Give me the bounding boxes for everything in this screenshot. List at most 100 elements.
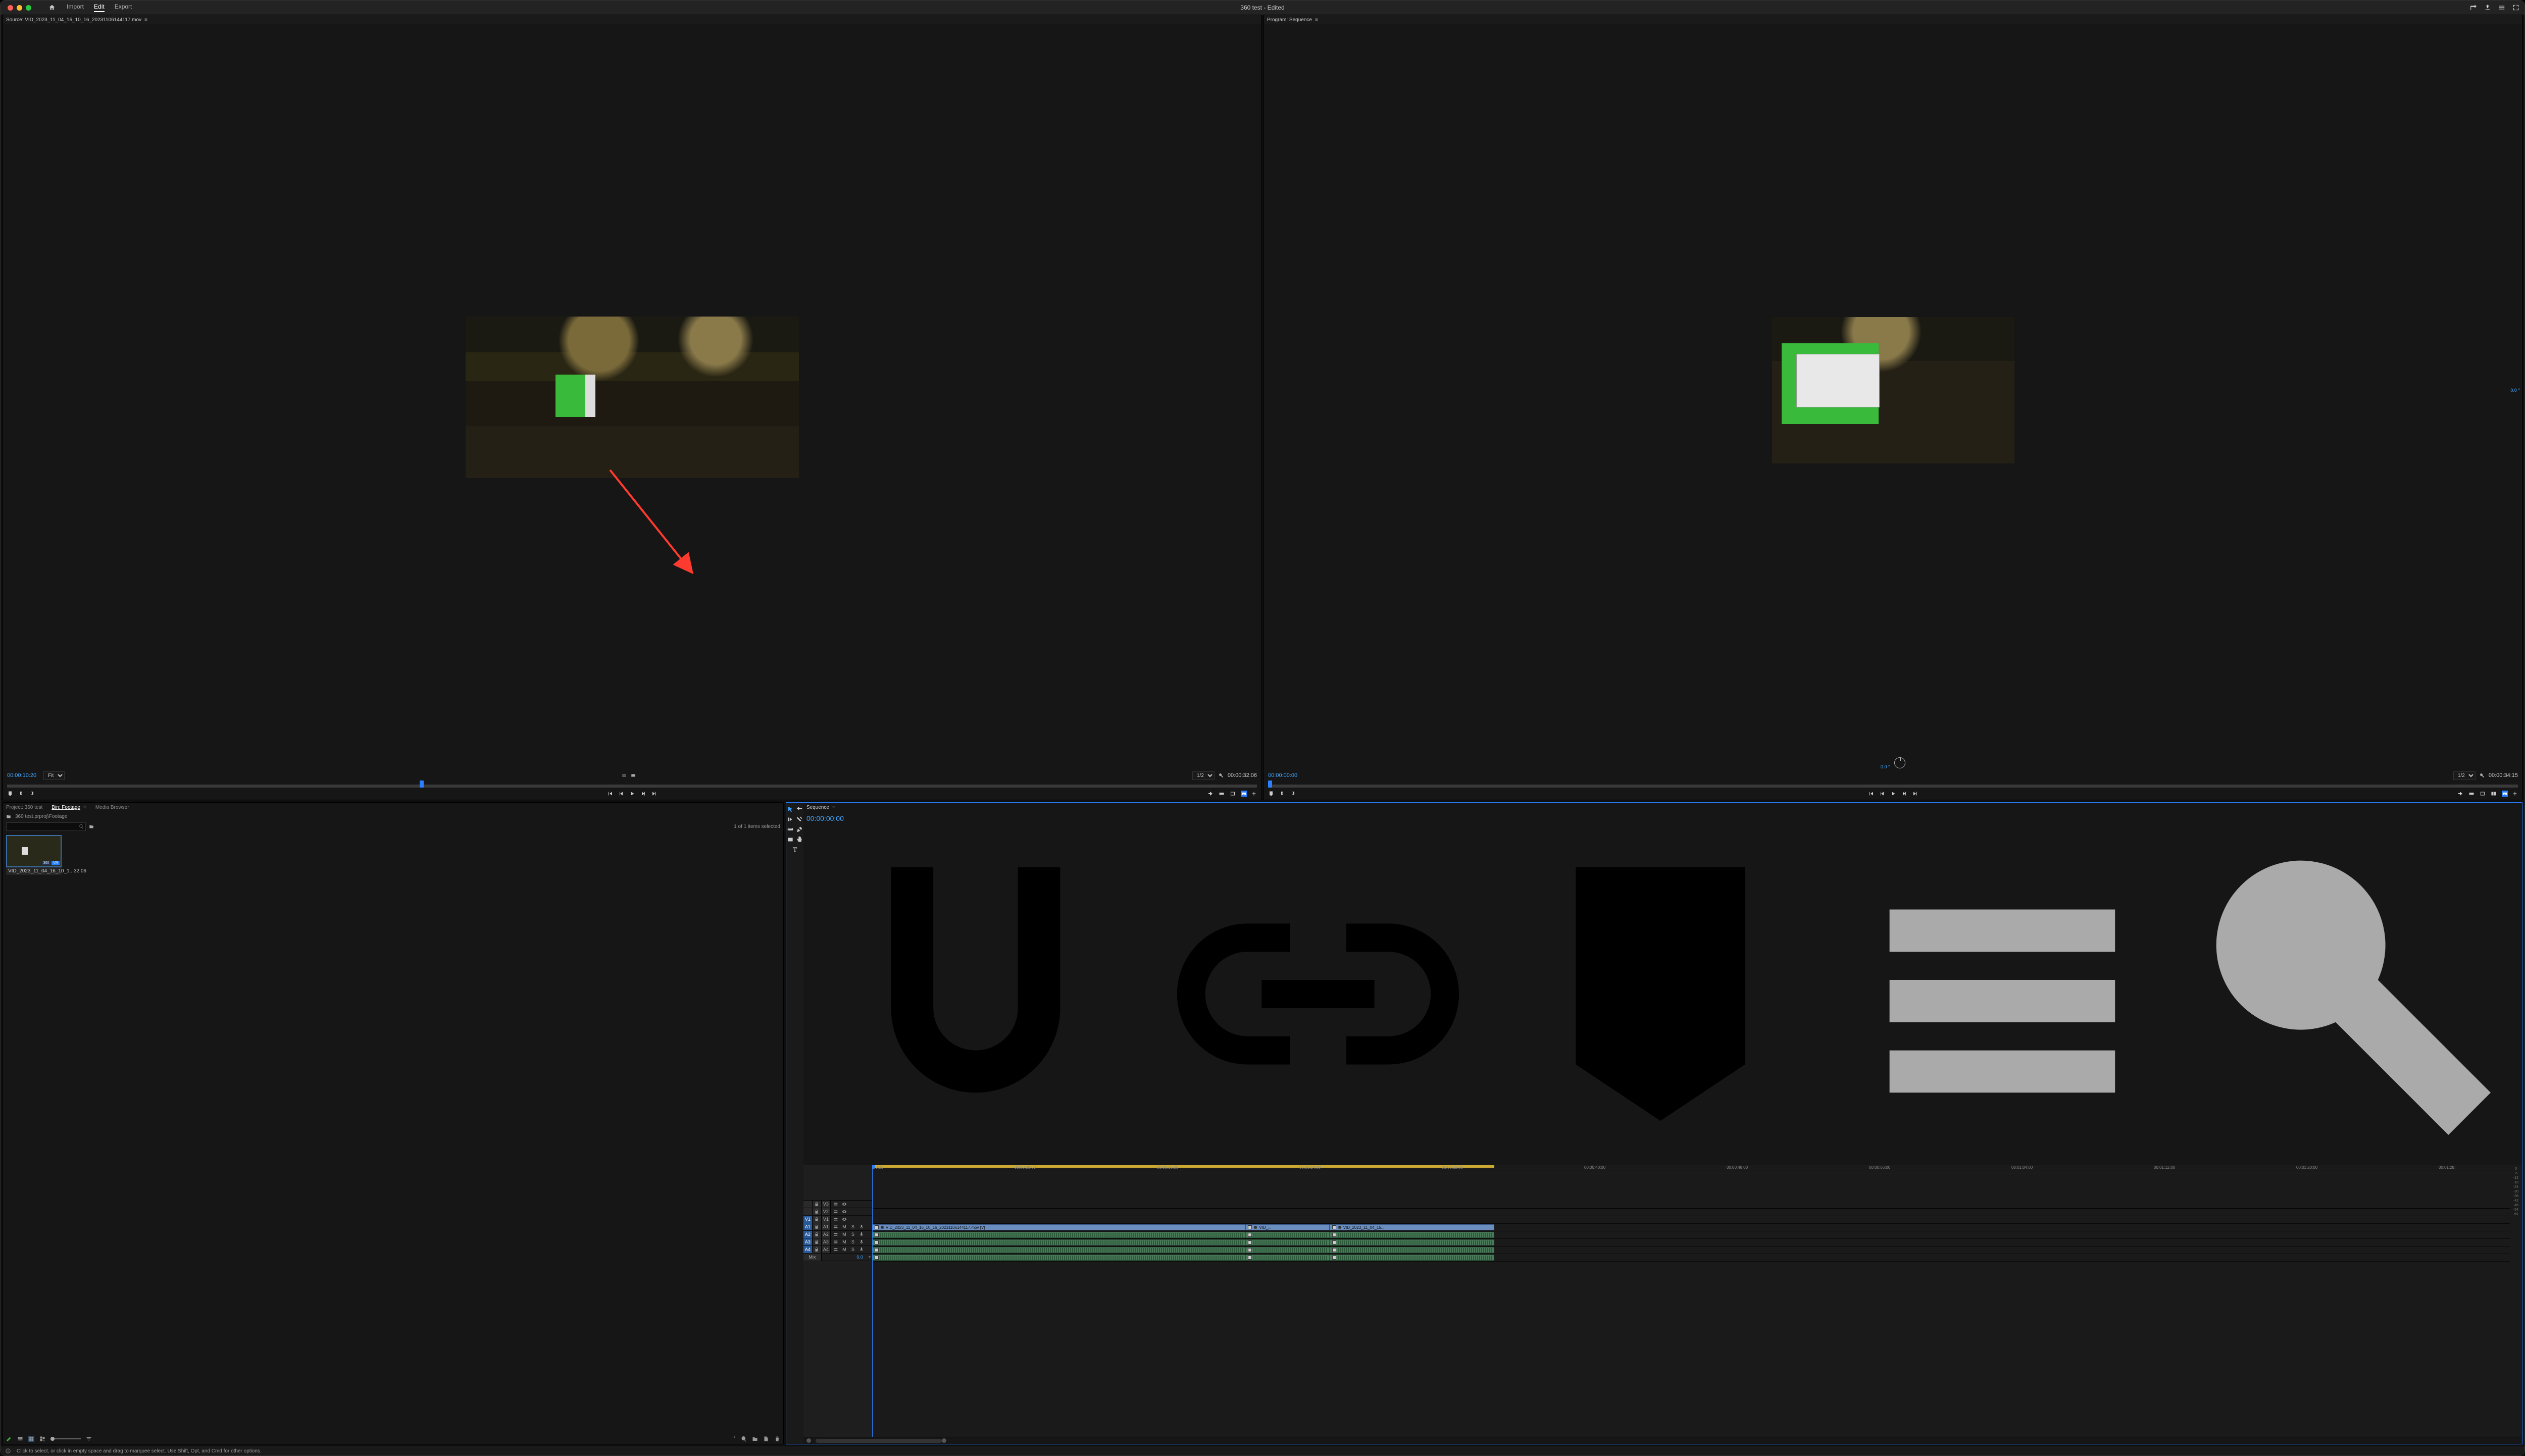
ripple-edit-tool-icon[interactable] [787, 816, 794, 823]
razor-tool-icon[interactable] [796, 816, 803, 823]
program-timecode[interactable]: 00:00:00:00 [1268, 772, 1297, 778]
tab-project[interactable]: Project: 360 test [6, 805, 42, 810]
fx-badge-icon[interactable] [875, 1225, 879, 1229]
window-minimize-button[interactable] [17, 5, 22, 11]
button-editor-icon[interactable] [1251, 791, 1257, 797]
video-track[interactable] [872, 1216, 2510, 1224]
play-icon[interactable] [629, 791, 635, 797]
fx-badge-icon[interactable] [1332, 1225, 1336, 1229]
timeline-audio-clip[interactable] [872, 1255, 1245, 1261]
timeline-zoom-scrollbar[interactable] [803, 1437, 2522, 1444]
audio-track[interactable] [872, 1254, 2510, 1262]
audio-track[interactable] [872, 1231, 2510, 1239]
timeline-canvas[interactable]: :00:0000:00:08:0000:00:16:0000:00:24:000… [872, 1165, 2510, 1437]
fx-badge-icon[interactable] [875, 1233, 879, 1237]
timeline-clip[interactable]: VID_2023_11_04_16_10_16_20231106144117.m… [872, 1224, 1245, 1230]
type-tool-icon[interactable] [791, 846, 798, 853]
icon-view-icon[interactable] [28, 1436, 34, 1442]
fx-badge-icon[interactable] [1332, 1256, 1336, 1260]
timeline-ruler[interactable]: :00:0000:00:08:0000:00:16:0000:00:24:000… [872, 1165, 2510, 1173]
program-video-view[interactable] [1772, 317, 2014, 463]
timeline-audio-clip[interactable] [872, 1239, 1245, 1245]
timeline-audio-clip[interactable] [1330, 1247, 1495, 1253]
delete-icon[interactable] [774, 1436, 780, 1442]
audio-track[interactable] [872, 1246, 2510, 1254]
caption-track-icon[interactable] [2176, 825, 2177, 1163]
fx-badge-icon[interactable] [875, 1248, 879, 1252]
toggle-vr-video-icon[interactable] [2502, 791, 2508, 797]
go-to-in-icon[interactable] [1868, 791, 1874, 797]
audio-track[interactable] [872, 1239, 2510, 1246]
step-forward-icon[interactable] [1901, 791, 1907, 797]
write-mode-icon[interactable] [6, 1436, 12, 1442]
track-select-tool-icon[interactable] [796, 806, 803, 813]
fx-badge-icon[interactable] [1248, 1225, 1252, 1229]
add-marker-icon[interactable] [7, 791, 13, 797]
share-icon[interactable] [2484, 4, 2491, 11]
audio-track-header[interactable]: A2A2MS [803, 1231, 872, 1238]
timeline-clip[interactable]: VID_... [1245, 1224, 1329, 1230]
timeline-audio-clip[interactable] [1245, 1239, 1329, 1245]
tab-media-browser[interactable]: Media Browser [95, 805, 129, 810]
fx-badge-icon[interactable] [1248, 1248, 1252, 1252]
source-tab[interactable]: Source: VID_2023_11_04_16_10_16_20231106… [6, 17, 141, 23]
sort-icon[interactable] [86, 1436, 92, 1442]
insert-icon[interactable] [1207, 791, 1214, 797]
find-icon[interactable] [741, 1436, 747, 1442]
fx-badge-icon[interactable] [1248, 1240, 1252, 1244]
program-tab-menu-icon[interactable]: ≡ [1315, 17, 1318, 23]
settings-icon[interactable] [622, 773, 627, 778]
tab-edit[interactable]: Edit [94, 3, 105, 12]
thumbnail-size-slider[interactable] [50, 1438, 81, 1439]
fx-badge-icon[interactable] [875, 1240, 879, 1244]
timeline-clip[interactable]: VID_2023_11_04_16... [1330, 1224, 1495, 1230]
timeline-audio-clip[interactable] [1330, 1255, 1495, 1261]
timeline-timecode[interactable]: 00:00:00:00 [806, 814, 844, 822]
timeline-audio-clip[interactable] [872, 1232, 1245, 1238]
project-search-input[interactable] [6, 822, 86, 831]
linked-selection-icon[interactable] [1149, 825, 1487, 1163]
source-video-view[interactable] [466, 317, 799, 478]
window-maximize-button[interactable] [26, 5, 31, 11]
program-scrubber[interactable] [1268, 781, 2518, 788]
mix-value[interactable]: 0.0 [856, 1255, 863, 1260]
timeline-display-settings-icon[interactable] [1833, 825, 2172, 1163]
timeline-tab-menu-icon[interactable]: ≡ [832, 805, 835, 810]
snap-icon[interactable] [806, 825, 1145, 1163]
overwrite-icon[interactable] [1219, 791, 1225, 797]
timeline-audio-clip[interactable] [872, 1247, 1245, 1253]
clip-thumbnail[interactable]: 360 VR VID_2023_11_04_16_10_1... 32:06 [6, 835, 62, 875]
wrench-icon[interactable] [2181, 825, 2519, 1163]
source-scrubber[interactable] [7, 781, 1257, 788]
button-editor-icon[interactable] [2512, 791, 2518, 797]
list-view-icon[interactable] [17, 1436, 23, 1442]
vr-toggle-icon[interactable] [631, 773, 636, 778]
mark-out-icon[interactable] [1290, 791, 1296, 797]
timeline-audio-clip[interactable] [1245, 1247, 1329, 1253]
step-back-icon[interactable] [1879, 791, 1885, 797]
new-item-icon[interactable] [763, 1436, 769, 1442]
video-track[interactable]: VID_2023_11_04_16_10_16_20231106144117.m… [872, 1224, 2510, 1231]
expand-icon[interactable] [867, 1255, 872, 1260]
play-icon[interactable] [1890, 791, 1896, 797]
timeline-audio-clip[interactable] [1330, 1239, 1495, 1245]
tab-import[interactable]: Import [67, 3, 84, 12]
mark-in-icon[interactable] [18, 791, 24, 797]
slip-tool-icon[interactable] [787, 826, 794, 833]
vr-rotate-dial-icon[interactable] [1894, 757, 1905, 768]
fx-badge-icon[interactable] [1248, 1256, 1252, 1260]
bin-icon[interactable] [6, 814, 11, 819]
tab-bin[interactable]: Bin: Footage [52, 805, 80, 810]
audio-track-header[interactable]: A1A1MS [803, 1223, 872, 1231]
mark-in-icon[interactable] [1279, 791, 1285, 797]
audio-track-header[interactable]: A4A4MS [803, 1246, 872, 1254]
fx-badge-icon[interactable] [875, 1256, 879, 1260]
quick-export-icon[interactable] [2470, 4, 2477, 11]
workspace-menu-icon[interactable] [2498, 4, 2505, 11]
freeform-view-icon[interactable] [39, 1436, 45, 1442]
video-track-header[interactable]: V1V1 [803, 1216, 872, 1223]
video-track[interactable] [872, 1209, 2510, 1216]
maximize-icon[interactable] [2512, 4, 2519, 11]
export-frame-icon[interactable] [2480, 791, 2486, 797]
extract-icon[interactable] [2468, 791, 2474, 797]
